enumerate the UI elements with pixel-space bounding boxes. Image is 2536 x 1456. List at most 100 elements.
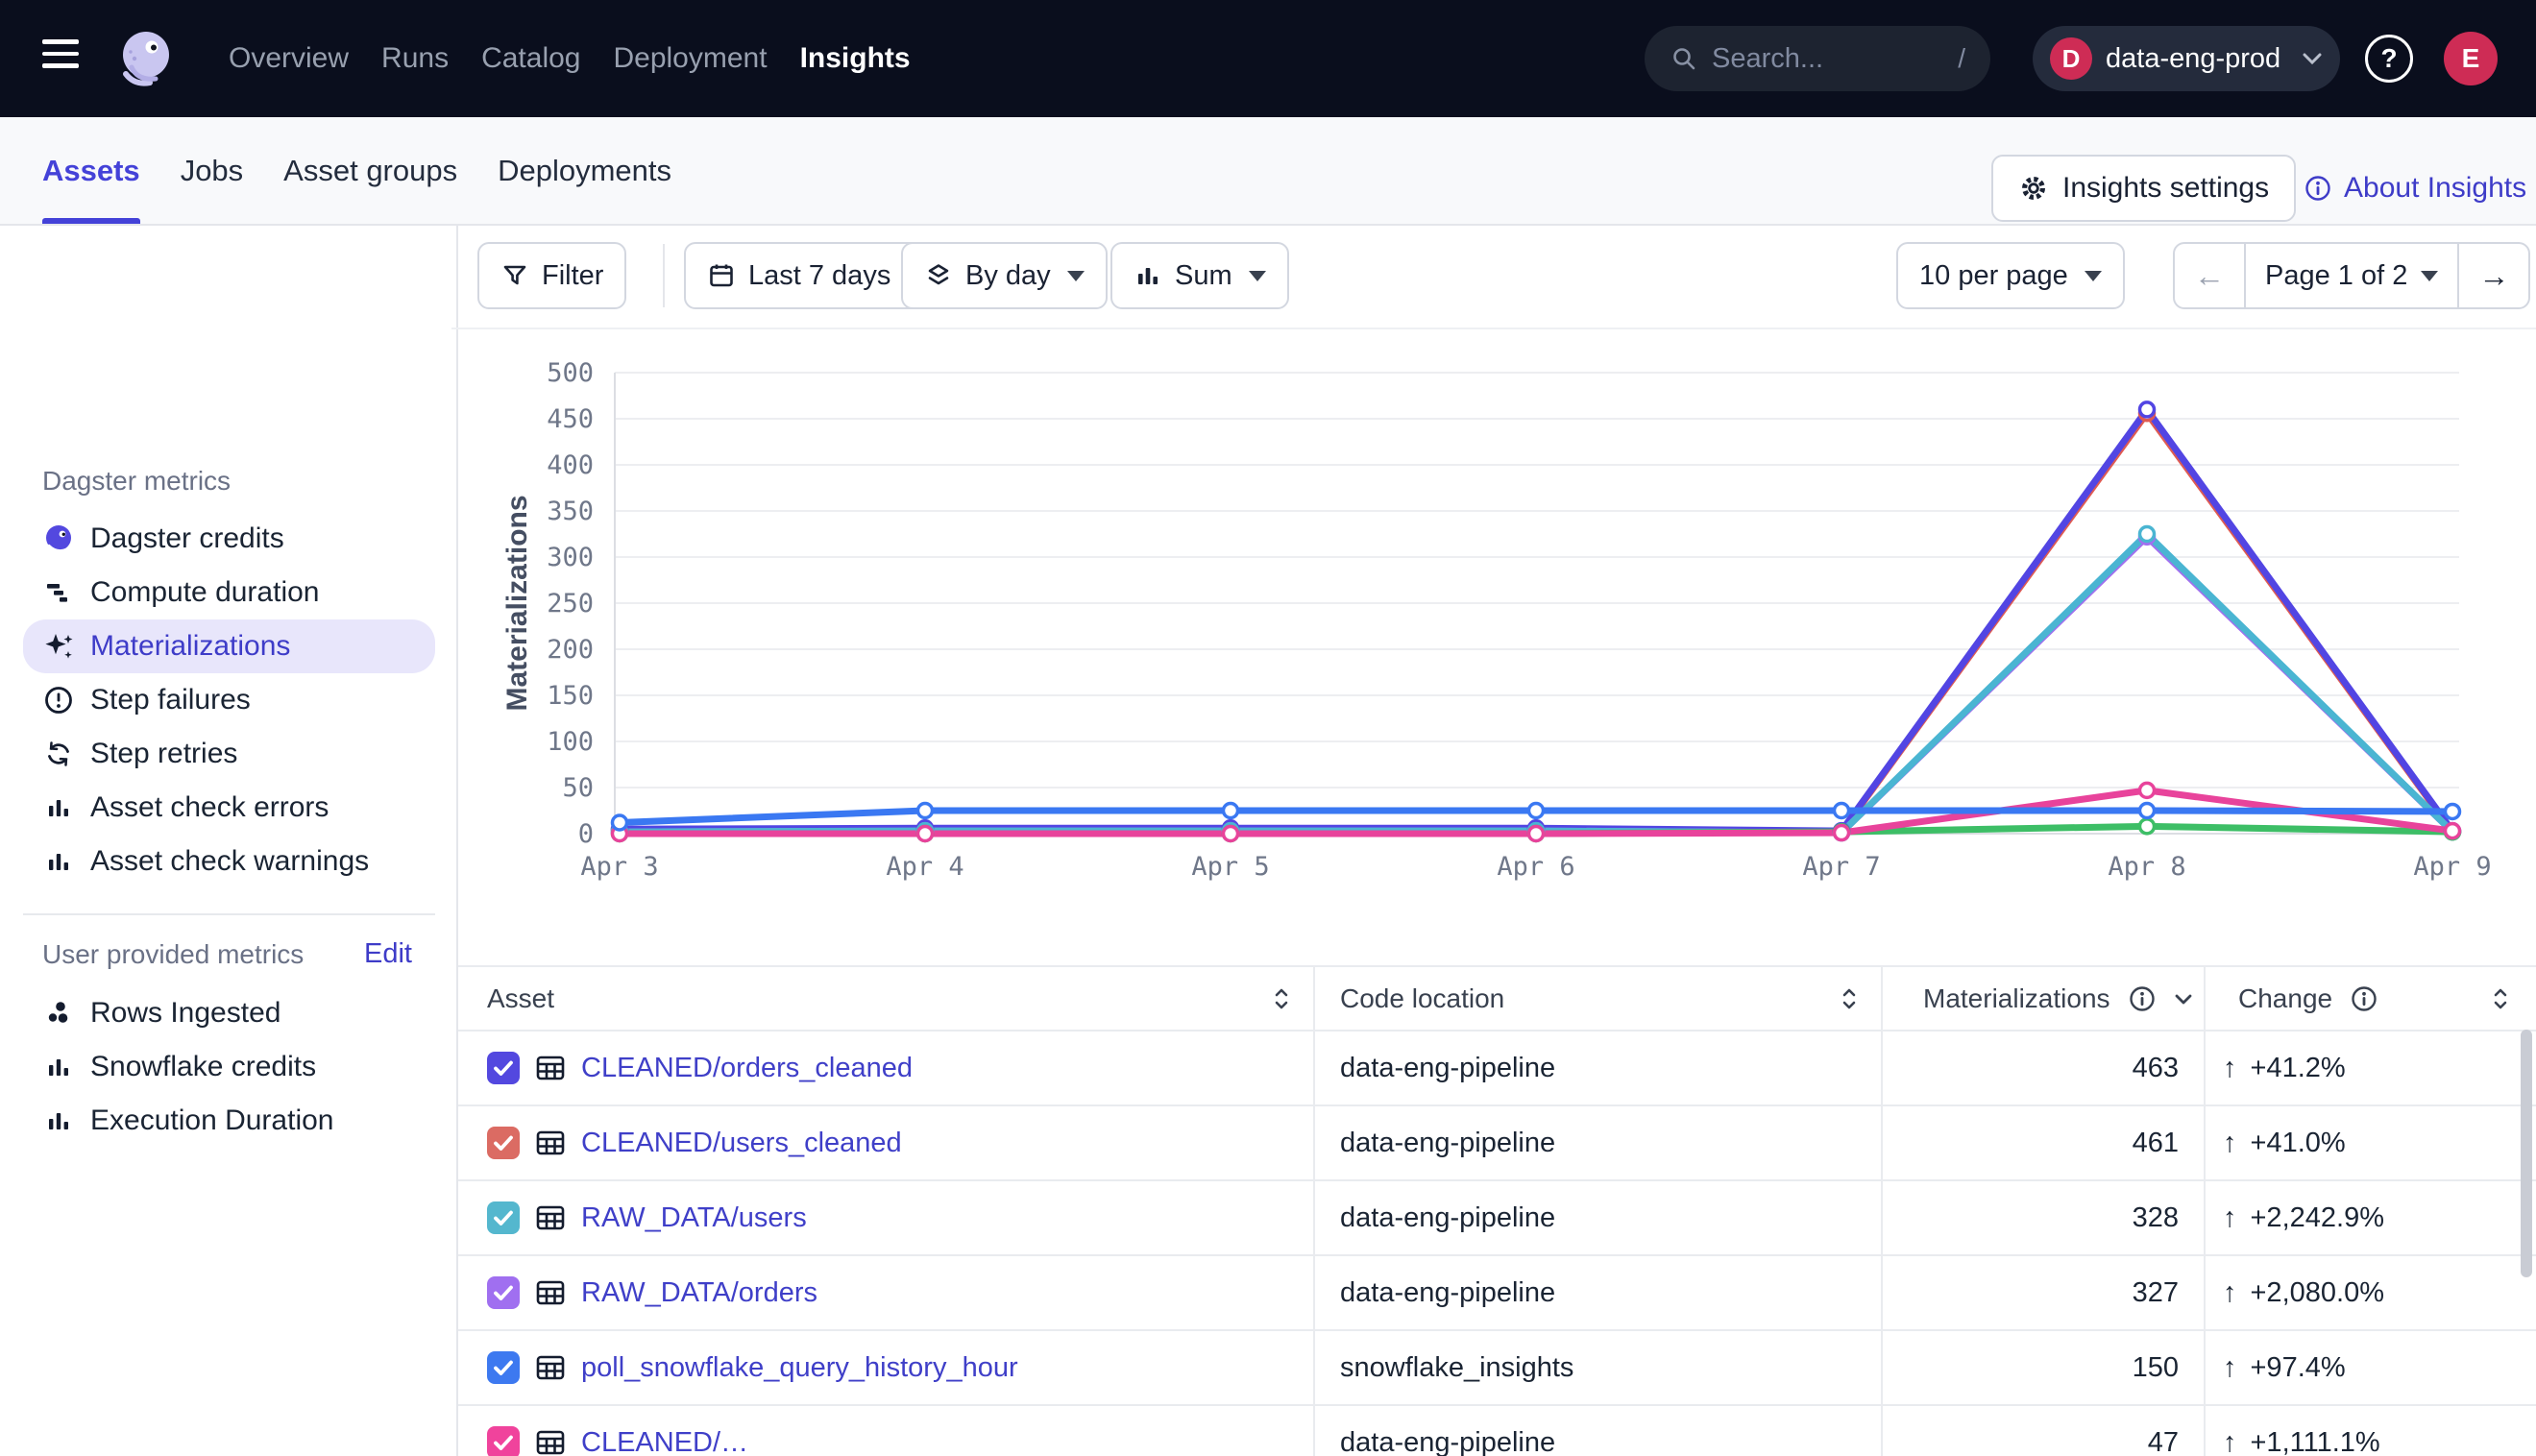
- nav-runs[interactable]: Runs: [381, 42, 449, 75]
- sort-icon[interactable]: [2492, 985, 2509, 1012]
- sort-icon[interactable]: [1841, 985, 1858, 1012]
- asset-link[interactable]: CLEANED/users_cleaned: [581, 1128, 902, 1159]
- code-location-value: data-eng-pipeline: [1340, 1202, 1555, 1234]
- data-point[interactable]: [1835, 804, 1849, 818]
- hamburger-menu-icon[interactable]: [42, 39, 81, 78]
- nav-overview[interactable]: Overview: [229, 42, 349, 75]
- data-point[interactable]: [613, 815, 627, 830]
- sorted-desc-icon[interactable]: [2174, 992, 2193, 1006]
- data-point[interactable]: [2140, 804, 2155, 818]
- page-selector[interactable]: Page 1 of 2: [2244, 244, 2457, 307]
- info-icon[interactable]: [2128, 984, 2157, 1013]
- bar-chart-icon: [1134, 261, 1162, 290]
- info-icon[interactable]: [2350, 984, 2378, 1013]
- code-location-cell: data-eng-pipeline: [1313, 1031, 1881, 1106]
- column-header-asset[interactable]: Asset: [458, 967, 1313, 1031]
- data-point[interactable]: [1224, 804, 1238, 818]
- y-tick-label: 400: [547, 450, 594, 480]
- help-icon[interactable]: ?: [2365, 35, 2413, 83]
- user-avatar[interactable]: E: [2444, 32, 2498, 85]
- tab-deployments[interactable]: Deployments: [498, 117, 671, 224]
- sidebar-item-step-failures[interactable]: Step failures: [23, 673, 435, 727]
- nav-deployment[interactable]: Deployment: [613, 42, 767, 75]
- data-point[interactable]: [2140, 527, 2155, 542]
- series-checkbox[interactable]: [487, 1052, 520, 1084]
- next-page-button[interactable]: →: [2457, 244, 2528, 307]
- data-point[interactable]: [2446, 824, 2460, 838]
- tab-jobs[interactable]: Jobs: [181, 117, 243, 224]
- data-point[interactable]: [2446, 804, 2460, 818]
- asset-link[interactable]: CLEANED/…: [581, 1427, 748, 1456]
- sort-icon[interactable]: [1273, 985, 1290, 1012]
- data-point[interactable]: [918, 827, 933, 841]
- metrics-sidebar: Dagster metrics Dagster credits Compute …: [0, 226, 458, 1456]
- toolbar-divider: [663, 244, 665, 307]
- top-nav-links: Overview Runs Catalog Deployment Insight…: [229, 0, 911, 117]
- data-point[interactable]: [2140, 402, 2155, 417]
- search-input[interactable]: [1712, 43, 1944, 75]
- filter-button[interactable]: Filter: [477, 242, 626, 309]
- arrow-up-icon: ↑: [2223, 1202, 2237, 1234]
- data-point[interactable]: [2140, 783, 2155, 797]
- series-checkbox[interactable]: [487, 1201, 520, 1234]
- series-checkbox[interactable]: [487, 1351, 520, 1384]
- column-header-code-location[interactable]: Code location: [1313, 967, 1881, 1031]
- asset-cell: RAW_DATA/users: [458, 1181, 1313, 1256]
- sidebar-item-step-retries[interactable]: Step retries: [23, 727, 435, 781]
- granularity-dropdown[interactable]: By day: [901, 242, 1108, 309]
- prev-page-button[interactable]: ←: [2175, 244, 2244, 307]
- search-box[interactable]: /: [1645, 26, 1990, 91]
- deployment-switcher[interactable]: D data-eng-prod: [2033, 26, 2340, 91]
- nav-insights[interactable]: Insights: [800, 42, 911, 75]
- data-point[interactable]: [1835, 826, 1849, 840]
- sidebar-item-dagster-credits[interactable]: Dagster credits: [23, 512, 435, 566]
- asset-link[interactable]: poll_snowflake_query_history_hour: [581, 1352, 1018, 1384]
- user-metrics-heading: User provided metrics: [42, 939, 304, 970]
- sidebar-item-asset-check-errors[interactable]: Asset check errors: [23, 781, 435, 835]
- sidebar-item-compute-duration[interactable]: Compute duration: [23, 566, 435, 619]
- series-checkbox[interactable]: [487, 1127, 520, 1159]
- edit-metrics-link[interactable]: Edit: [364, 938, 412, 970]
- y-tick-label: 200: [547, 635, 594, 665]
- search-shortcut-hint: /: [1958, 43, 1965, 74]
- asset-link[interactable]: CLEANED/orders_cleaned: [581, 1053, 913, 1084]
- nav-catalog[interactable]: Catalog: [481, 42, 580, 75]
- column-header-materializations[interactable]: Materializations: [1881, 967, 2204, 1031]
- sidebar-item-asset-check-warnings[interactable]: Asset check warnings: [23, 835, 435, 888]
- sidebar-item-snowflake-credits[interactable]: Snowflake credits: [23, 1040, 435, 1094]
- about-insights-link[interactable]: About Insights: [2304, 155, 2526, 222]
- aggregation-dropdown[interactable]: Sum: [1110, 242, 1289, 309]
- series-checkbox[interactable]: [487, 1426, 520, 1456]
- asset-link[interactable]: RAW_DATA/users: [581, 1202, 807, 1234]
- table-grid-icon: [534, 1276, 567, 1309]
- insights-settings-button[interactable]: Insights settings: [1991, 155, 2296, 222]
- table-row: RAW_DATA/users data-eng-pipeline 328 ↑ +…: [458, 1181, 2536, 1256]
- series-checkbox[interactable]: [487, 1276, 520, 1309]
- data-point[interactable]: [1529, 804, 1544, 818]
- dagster-logo-icon[interactable]: [111, 26, 177, 91]
- column-header-change[interactable]: Change: [2204, 967, 2536, 1031]
- pagination-control: ← Page 1 of 2 →: [2173, 242, 2530, 309]
- data-point[interactable]: [918, 804, 933, 818]
- vertical-scrollbar[interactable]: [2521, 1030, 2532, 1277]
- code-location-cell: data-eng-pipeline: [1313, 1406, 1881, 1456]
- change-cell: ↑ +1,111.1%: [2204, 1406, 2536, 1456]
- series-line[interactable]: [620, 409, 2452, 831]
- check-icon: [487, 1426, 520, 1456]
- sidebar-item-execution-duration[interactable]: Execution Duration: [23, 1094, 435, 1148]
- tab-asset-groups[interactable]: Asset groups: [283, 117, 457, 224]
- per-page-dropdown[interactable]: 10 per page: [1896, 242, 2125, 309]
- top-nav: Overview Runs Catalog Deployment Insight…: [0, 0, 2536, 117]
- data-point[interactable]: [2140, 819, 2155, 834]
- tab-assets[interactable]: Assets: [42, 117, 140, 224]
- series-line[interactable]: [620, 413, 2452, 832]
- asset-link[interactable]: RAW_DATA/orders: [581, 1277, 817, 1309]
- change-value: +1,111.1%: [2251, 1427, 2380, 1456]
- check-icon: [487, 1127, 520, 1159]
- data-point[interactable]: [1224, 827, 1238, 841]
- sidebar-item-materializations[interactable]: Materializations: [23, 619, 435, 673]
- materializations-value: 328: [2133, 1202, 2179, 1234]
- sidebar-item-rows-ingested[interactable]: Rows Ingested: [23, 986, 435, 1040]
- data-point[interactable]: [1529, 827, 1544, 841]
- about-insights-label: About Insights: [2344, 172, 2526, 205]
